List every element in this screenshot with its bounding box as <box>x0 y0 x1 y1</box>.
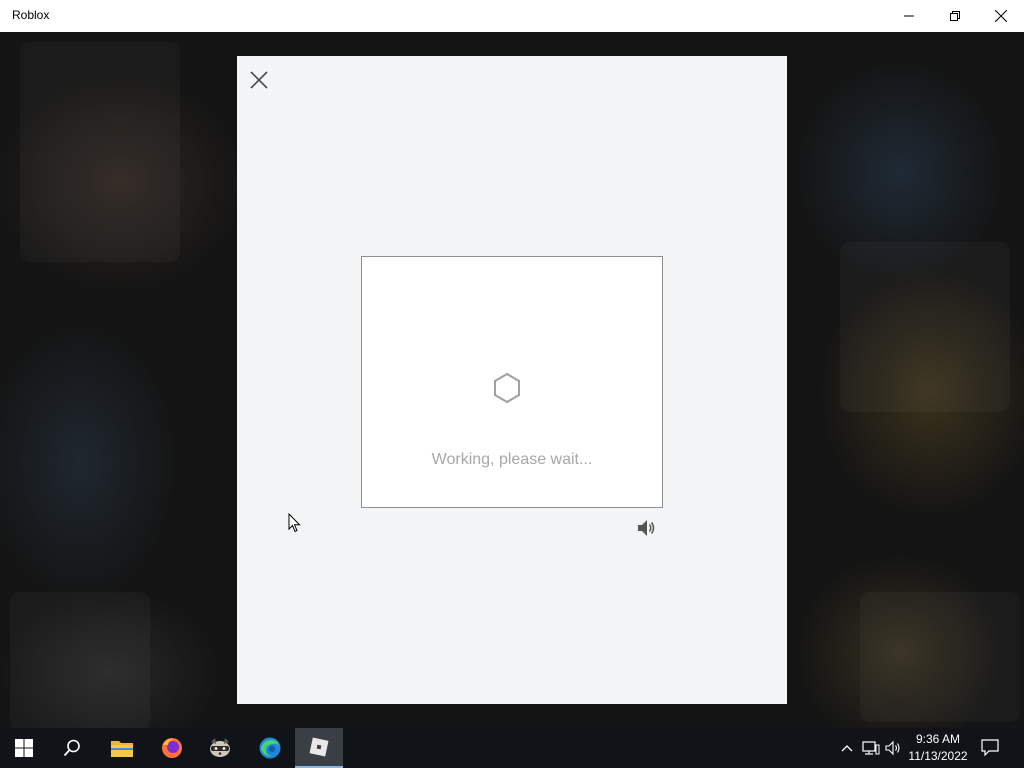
raccoon-app-button[interactable] <box>196 728 244 768</box>
background-tile <box>10 592 150 728</box>
minimize-icon <box>904 15 914 17</box>
notification-icon <box>981 739 999 757</box>
clock-time: 9:36 AM <box>915 732 961 746</box>
background-tile <box>20 42 180 262</box>
show-hidden-icons-button[interactable] <box>838 740 856 756</box>
taskbar <box>0 728 1024 768</box>
chevron-up-icon <box>841 745 853 752</box>
start-button[interactable] <box>0 728 48 768</box>
edge-button[interactable] <box>246 728 294 768</box>
search-button[interactable] <box>48 728 96 768</box>
close-window-button[interactable] <box>978 0 1024 32</box>
raccoon-icon <box>210 738 230 757</box>
action-center-button[interactable] <box>980 738 1002 758</box>
volume-button[interactable] <box>885 740 903 756</box>
modal-close-button[interactable] <box>247 68 271 92</box>
taskbar-clock[interactable]: 9:36 AM 11/13/2022 <box>906 731 970 765</box>
audio-challenge-button[interactable] <box>636 518 658 538</box>
firefox-icon <box>162 738 182 758</box>
edge-icon <box>259 737 281 759</box>
maximize-button[interactable] <box>932 0 978 32</box>
window-title: Roblox <box>12 8 50 22</box>
roblox-taskbar-button[interactable] <box>295 728 343 768</box>
file-explorer-button[interactable] <box>98 728 146 768</box>
restore-icon <box>950 11 960 21</box>
firefox-button[interactable] <box>148 728 196 768</box>
minimize-button[interactable] <box>886 0 932 32</box>
folder-icon <box>111 741 133 757</box>
volume-icon <box>885 740 900 756</box>
roblox-icon <box>309 737 329 757</box>
background-tile <box>840 242 1010 412</box>
window-titlebar: Roblox <box>0 0 1024 32</box>
captcha-status-text: Working, please wait... <box>431 451 593 468</box>
clock-date: 11/13/2022 <box>908 749 968 763</box>
close-icon <box>250 71 268 89</box>
network-button[interactable] <box>862 740 880 756</box>
background-tile <box>860 592 1020 722</box>
network-icon <box>862 741 880 755</box>
close-icon <box>995 10 1007 22</box>
speaker-icon <box>638 520 655 536</box>
windows-icon <box>15 739 33 757</box>
hexagon-icon <box>494 372 520 404</box>
mouse-cursor-icon <box>288 513 301 533</box>
search-icon <box>63 739 80 757</box>
